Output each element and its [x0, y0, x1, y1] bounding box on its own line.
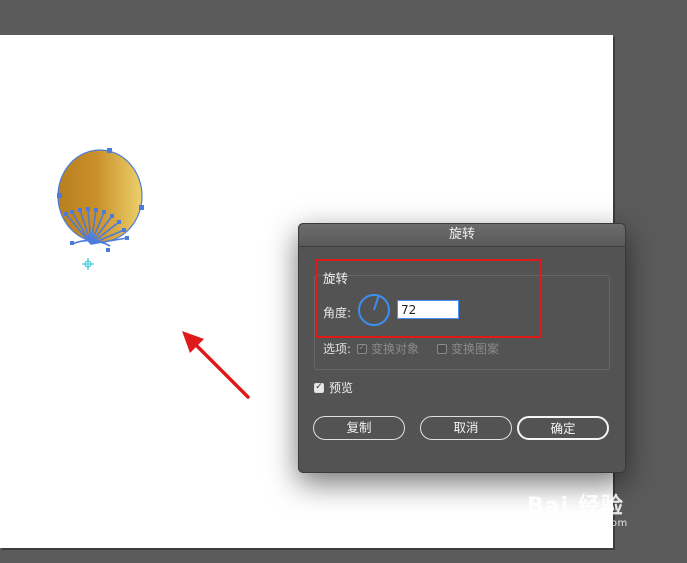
anchor-point[interactable] — [139, 205, 144, 210]
anchor-point[interactable] — [107, 148, 112, 153]
preview-checkbox[interactable]: ✓ — [314, 382, 324, 393]
gold-ellipse-object[interactable] — [57, 149, 143, 243]
copy-button[interactable]: 复制 — [313, 416, 405, 440]
transform-patterns-option[interactable]: 变换图案 — [437, 340, 499, 357]
transform-patterns-checkbox[interactable] — [437, 343, 447, 354]
transform-objects-checkbox[interactable]: ✓ — [357, 343, 367, 354]
ok-button[interactable]: 确定 — [517, 416, 609, 440]
rotation-origin-icon[interactable] — [82, 258, 94, 270]
transform-objects-option[interactable]: ✓ 变换对象 — [357, 340, 419, 357]
baidu-watermark: Bai 经验 jingyan.baidu.com — [527, 488, 628, 529]
watermark-sub: jingyan.baidu.com — [527, 518, 628, 529]
cancel-button[interactable]: 取消 — [420, 416, 512, 440]
transform-patterns-label: 变换图案 — [451, 342, 500, 356]
dialog-title[interactable]: 旋转 — [299, 224, 625, 247]
watermark-main: Bai 经验 — [527, 494, 624, 519]
transform-objects-label: 变换对象 — [371, 342, 420, 356]
preview-label: 预览 — [329, 381, 354, 395]
options-label: 选项: — [323, 342, 352, 356]
red-highlight-box — [316, 259, 541, 338]
anchor-point[interactable] — [57, 193, 62, 198]
red-arrow-annotation — [182, 331, 250, 399]
preview-option[interactable]: ✓ 预览 — [314, 379, 353, 396]
